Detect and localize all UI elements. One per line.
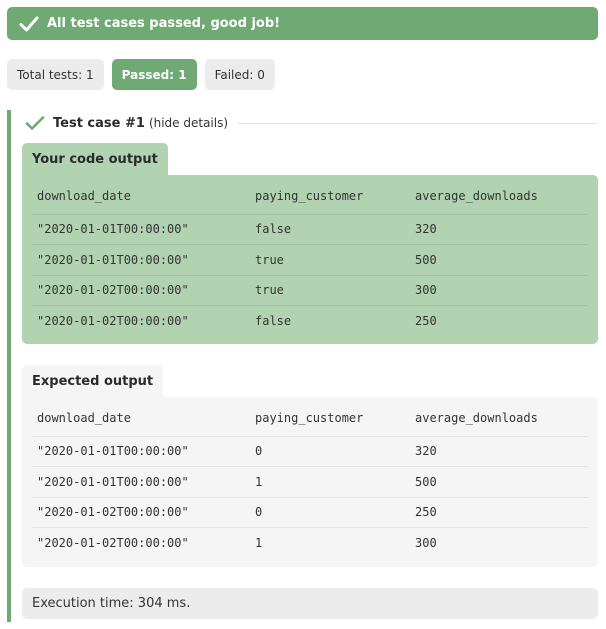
column-header: download_date	[37, 189, 131, 204]
expected-output-tab: Expected output	[22, 365, 164, 397]
table-header-row: download_date paying_customer average_do…	[32, 397, 588, 436]
passed-tests-badge[interactable]: Passed: 1	[111, 59, 197, 90]
table-cell: "2020-01-01T00:00:00"	[32, 213, 250, 245]
test-case-header: Test case #1 (hide details)	[25, 113, 598, 133]
expected-output-table: download_date paying_customer average_do…	[32, 397, 588, 558]
test-summary: Total tests: 1 Passed: 1 Failed: 0	[7, 59, 275, 90]
failed-tests-badge[interactable]: Failed: 0	[204, 59, 275, 90]
table-cell: 320	[410, 213, 588, 245]
table-cell: 0	[250, 435, 410, 467]
hide-details-link[interactable]: (hide details)	[149, 116, 228, 130]
your-output-table: download_date paying_customer average_do…	[32, 175, 588, 336]
table-row: "2020-01-02T00:00:00" true 300	[32, 274, 588, 306]
table-cell: 500	[410, 466, 588, 497]
table-cell: 320	[410, 435, 588, 467]
column-header: average_downloads	[415, 189, 538, 204]
table-row: "2020-01-01T00:00:00" 1 500	[32, 466, 588, 497]
table-cell: "2020-01-01T00:00:00"	[32, 244, 250, 275]
table-row: "2020-01-02T00:00:00" 1 300	[32, 527, 588, 558]
table-cell: 300	[410, 527, 588, 558]
total-tests-badge[interactable]: Total tests: 1	[7, 59, 104, 90]
table-cell: "2020-01-02T00:00:00"	[32, 527, 250, 558]
table-row: "2020-01-02T00:00:00" 0 250	[32, 496, 588, 528]
table-cell: 300	[410, 274, 588, 306]
table-cell: true	[250, 274, 410, 306]
banner-message: All test cases passed, good job!	[47, 16, 281, 31]
column-header: download_date	[37, 411, 131, 426]
table-cell: 1	[250, 527, 410, 558]
table-cell: "2020-01-02T00:00:00"	[32, 305, 250, 336]
success-banner: All test cases passed, good job!	[7, 7, 598, 40]
table-cell: "2020-01-01T00:00:00"	[32, 466, 250, 497]
table-row: "2020-01-02T00:00:00" false 250	[32, 305, 588, 336]
column-header: paying_customer	[255, 189, 364, 204]
table-cell: true	[250, 244, 410, 275]
table-row: "2020-01-01T00:00:00" false 320	[32, 213, 588, 245]
check-icon	[19, 16, 39, 31]
execution-time: Execution time: 304 ms.	[22, 588, 598, 619]
your-output-panel: download_date paying_customer average_do…	[22, 175, 598, 344]
column-header: paying_customer	[255, 411, 364, 426]
expected-output-panel: download_date paying_customer average_do…	[22, 397, 598, 567]
table-cell: false	[250, 213, 410, 245]
column-header: average_downloads	[415, 411, 538, 426]
test-case-title: Test case #1	[53, 115, 145, 131]
table-row: "2020-01-01T00:00:00" 0 320	[32, 435, 588, 467]
check-icon	[25, 116, 45, 130]
table-cell: 500	[410, 244, 588, 275]
table-cell: 0	[250, 496, 410, 528]
your-output-tab: Your code output	[22, 143, 168, 175]
table-header-row: download_date paying_customer average_do…	[32, 175, 588, 214]
table-row: "2020-01-01T00:00:00" true 500	[32, 244, 588, 275]
table-cell: 250	[410, 305, 588, 336]
table-cell: "2020-01-02T00:00:00"	[32, 274, 250, 306]
header-divider	[238, 122, 598, 124]
table-cell: false	[250, 305, 410, 336]
table-cell: 1	[250, 466, 410, 497]
table-cell: "2020-01-01T00:00:00"	[32, 435, 250, 467]
test-case-panel: Test case #1 (hide details) Your code ou…	[7, 110, 598, 622]
table-cell: "2020-01-02T00:00:00"	[32, 496, 250, 528]
table-cell: 250	[410, 496, 588, 528]
